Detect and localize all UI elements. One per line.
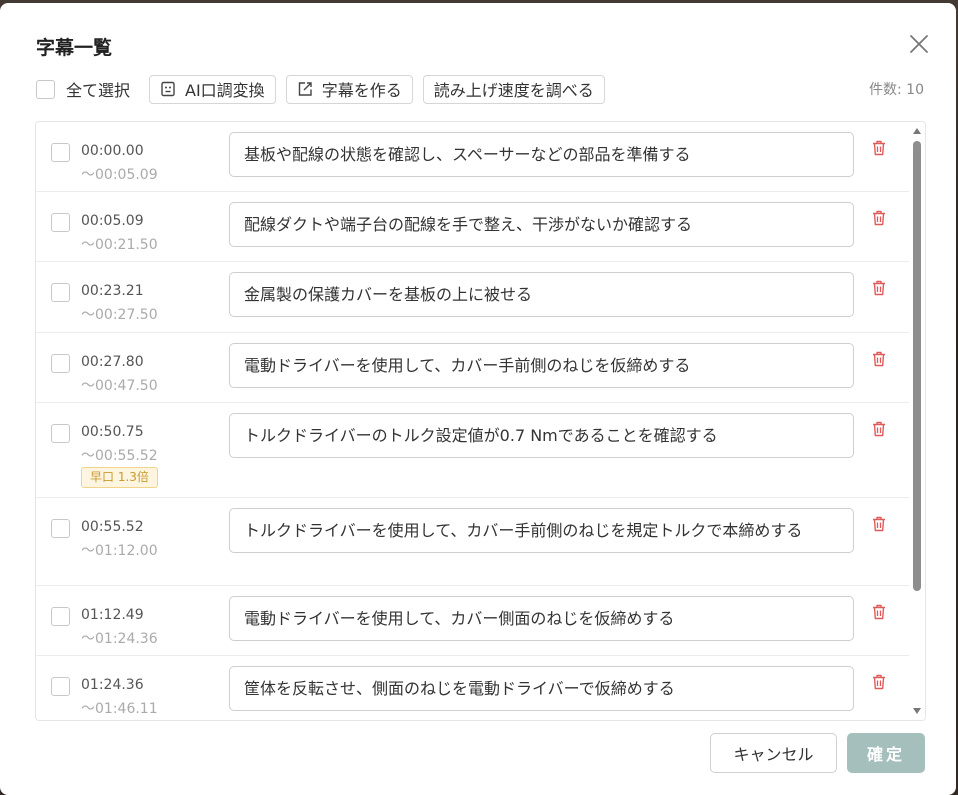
row-checkbox[interactable]: [51, 213, 70, 232]
delete-button[interactable]: [870, 209, 888, 227]
end-time: 〜00:05.09: [81, 167, 158, 183]
subtitle-row: 00:23.21 〜00:27.50 金属製の保護カバーを基板の上に被せる: [36, 262, 909, 333]
row-checkbox[interactable]: [51, 143, 70, 162]
select-all-label: 全て選択: [66, 81, 131, 100]
trash-icon: [873, 516, 885, 532]
subtitle-text-field[interactable]: 金属製の保護カバーを基板の上に被せる: [229, 272, 854, 317]
delete-button[interactable]: [870, 603, 888, 621]
scrollbar[interactable]: [909, 122, 925, 720]
scroll-down-arrow-icon[interactable]: [913, 708, 921, 714]
check-reading-speed-label: 読み上げ速度を調べる: [433, 81, 594, 100]
subtitle-row: 01:24.36 〜01:46.11 筐体を反転させ、側面のねじを電動ドライバーで仮…: [36, 656, 909, 720]
scroll-up-arrow-icon[interactable]: [913, 128, 921, 134]
subtitle-row: 00:27.80 〜00:47.50 電動ドライバーを使用して、カバー手前側のねじを…: [36, 333, 909, 403]
start-time: 00:50.75: [81, 424, 144, 440]
row-checkbox[interactable]: [51, 677, 70, 696]
close-icon: [910, 35, 928, 53]
end-time: 〜00:47.50: [81, 378, 158, 394]
start-time: 01:24.36: [81, 677, 144, 693]
subtitle-row: 00:00.00 〜00:05.09 基板や配線の状態を確認し、スペーサーなどの部品…: [36, 122, 909, 192]
row-checkbox[interactable]: [51, 607, 70, 626]
toolbar: 全て選択 AI口調変換 字幕を作る 読み上げ速度を調べる 件数: 10: [36, 74, 924, 104]
delete-button[interactable]: [870, 515, 888, 533]
delete-button[interactable]: [870, 279, 888, 297]
subtitle-row: 01:12.49 〜01:24.36 電動ドライバーを使用して、カバー側面のねじを仮…: [36, 586, 909, 656]
speed-badge: 早口 1.3倍: [81, 467, 158, 488]
ai-tone-convert-button[interactable]: AI口調変換: [149, 74, 276, 104]
start-time: 00:05.09: [81, 213, 144, 229]
robot-face-icon: [161, 81, 175, 97]
subtitle-text-field[interactable]: トルクドライバーを使用して、カバー手前側のねじを規定トルクで本締めする: [229, 508, 854, 553]
delete-button[interactable]: [870, 673, 888, 691]
subtitle-text-field[interactable]: 筐体を反転させ、側面のねじを電動ドライバーで仮締めする: [229, 666, 854, 711]
subtitle-text-field[interactable]: 電動ドライバーを使用して、カバー手前側のねじを仮締めする: [229, 343, 854, 388]
start-time: 00:23.21: [81, 283, 144, 299]
subtitle-row: 00:55.52 〜01:12.00 トルクドライバーを使用して、カバー手前側のねじ…: [36, 498, 909, 586]
dialog-title: 字幕一覧: [36, 37, 113, 59]
subtitle-text-field[interactable]: 基板や配線の状態を確認し、スペーサーなどの部品を準備する: [229, 132, 854, 177]
delete-button[interactable]: [870, 139, 888, 157]
confirm-button[interactable]: 確定: [847, 733, 925, 773]
subtitle-row: 00:05.09 〜00:21.50 配線ダクトや端子台の配線を手で整え、干渉がない…: [36, 192, 909, 262]
select-all[interactable]: 全て選択: [36, 77, 130, 101]
end-time: 〜00:21.50: [81, 237, 158, 253]
trash-icon: [873, 421, 885, 437]
subtitle-text-field[interactable]: 配線ダクトや端子台の配線を手で整え、干渉がないか確認する: [229, 202, 854, 247]
end-time: 〜01:24.36: [81, 631, 158, 647]
subtitle-text-field[interactable]: トルクドライバーのトルク設定値が0.7 Nmであることを確認する: [229, 413, 854, 458]
subtitle-rows: 00:00.00 〜00:05.09 基板や配線の状態を確認し、スペーサーなどの部品…: [36, 122, 909, 720]
trash-icon: [873, 351, 885, 367]
row-checkbox[interactable]: [51, 424, 70, 443]
delete-button[interactable]: [870, 420, 888, 438]
start-time: 00:55.52: [81, 519, 144, 535]
delete-button[interactable]: [870, 350, 888, 368]
end-time: 〜00:27.50: [81, 307, 158, 323]
item-count: 件数: 10: [869, 82, 924, 98]
close-button[interactable]: [908, 33, 930, 55]
check-reading-speed-button[interactable]: 読み上げ速度を調べる: [422, 74, 605, 104]
end-time: 〜01:46.11: [81, 701, 158, 717]
subtitle-list: 00:00.00 〜00:05.09 基板や配線の状態を確認し、スペーサーなどの部品…: [35, 121, 926, 721]
end-time: 〜01:12.00: [81, 543, 158, 559]
ai-tone-convert-label: AI口調変換: [185, 81, 265, 100]
start-time: 01:12.49: [81, 607, 144, 623]
row-checkbox[interactable]: [51, 519, 70, 538]
edit-external-icon: [298, 82, 312, 96]
make-subtitle-button[interactable]: 字幕を作る: [285, 74, 413, 104]
subtitle-text-field[interactable]: 電動ドライバーを使用して、カバー側面のねじを仮締めする: [229, 596, 854, 641]
make-subtitle-label: 字幕を作る: [321, 81, 402, 100]
trash-icon: [873, 210, 885, 226]
subtitle-row: 00:50.75 〜00:55.52 早口 1.3倍 トルクドライバーのトルク設定値が…: [36, 403, 909, 498]
select-all-checkbox[interactable]: [36, 79, 55, 99]
trash-icon: [873, 280, 885, 296]
start-time: 00:00.00: [81, 143, 144, 159]
trash-icon: [873, 674, 885, 690]
trash-icon: [873, 604, 885, 620]
end-time: 〜00:55.52: [81, 448, 158, 464]
start-time: 00:27.80: [81, 354, 144, 370]
cancel-button[interactable]: キャンセル: [710, 733, 837, 773]
subtitle-list-dialog: 字幕一覧 全て選択 AI口調変換 字幕を作る 読み上げ速度を調べる 件数: 10…: [0, 3, 956, 795]
row-checkbox[interactable]: [51, 283, 70, 302]
trash-icon: [873, 140, 885, 156]
scroll-thumb[interactable]: [913, 141, 921, 591]
row-checkbox[interactable]: [51, 354, 70, 373]
